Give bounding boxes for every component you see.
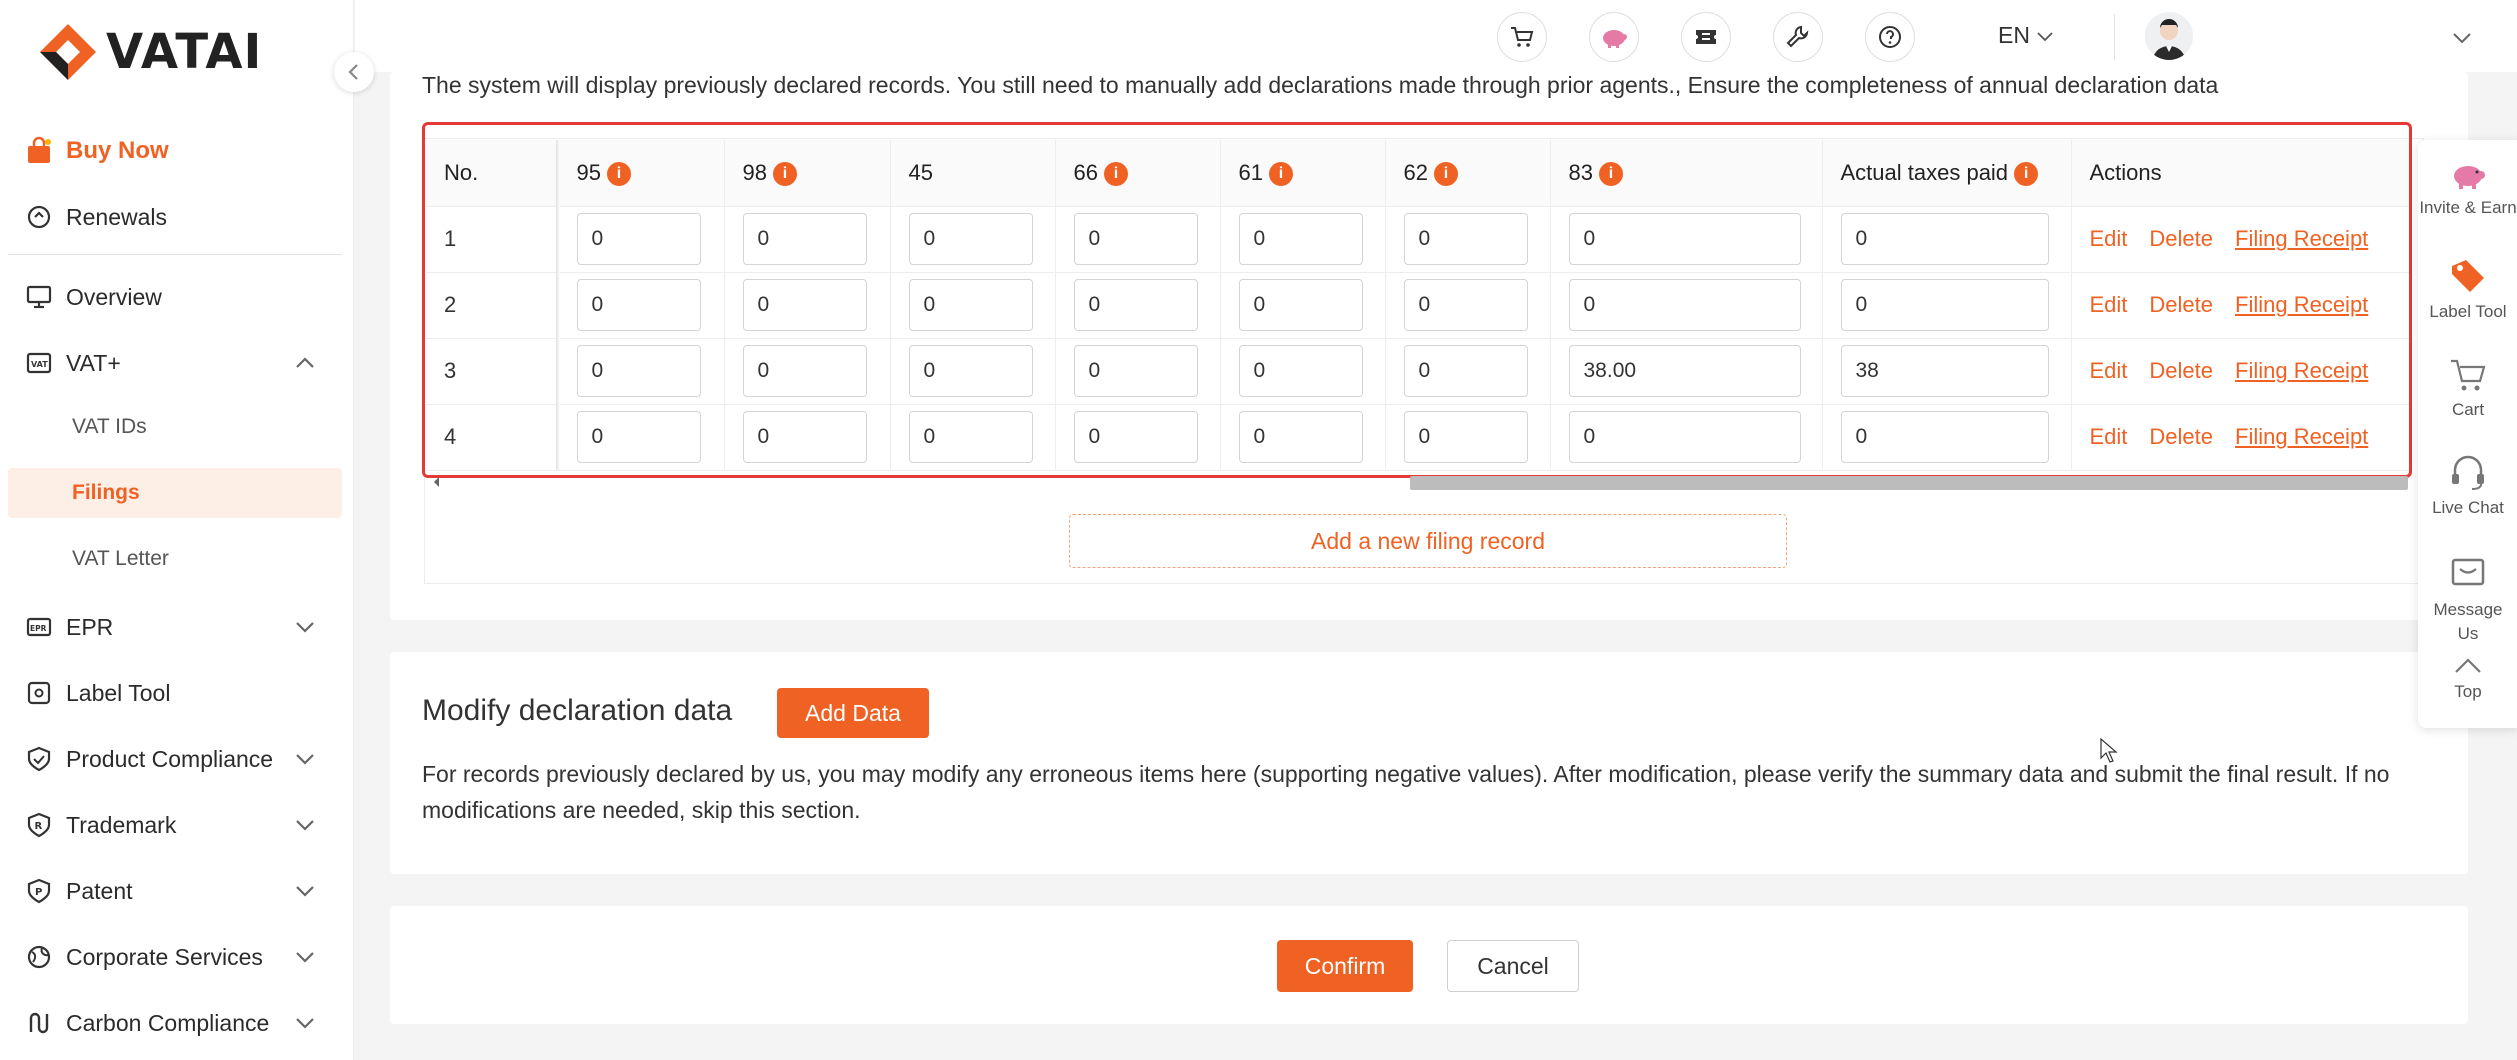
sidebar-item-label: Patent <box>66 877 133 904</box>
cart-icon[interactable] <box>1497 12 1547 62</box>
sidebar-item-label: Label Tool <box>66 679 171 706</box>
vat-icon: VAT <box>24 348 54 378</box>
sidebar-item-label-tool[interactable]: Label Tool <box>8 668 342 718</box>
sidebar-item-patent[interactable]: P Patent <box>8 866 342 916</box>
sidebar-item-vat-ids[interactable]: VAT IDs <box>8 402 342 452</box>
globe-icon <box>24 942 54 972</box>
shield-icon <box>24 744 54 774</box>
scrollbar-thumb[interactable] <box>1410 476 2408 490</box>
language-label: EN <box>1998 22 2030 48</box>
add-data-button[interactable]: Add Data <box>777 688 929 738</box>
headset-icon <box>2452 455 2484 490</box>
sidebar-item-label: VAT IDs <box>72 415 147 438</box>
highlight-box <box>422 122 2412 478</box>
cart-icon <box>2451 359 2486 391</box>
svg-text:P: P <box>35 887 42 898</box>
intro-notice: The system will display previously decla… <box>422 72 2219 98</box>
monitor-icon <box>24 282 54 312</box>
sidebar-item-renewals[interactable]: Renewals <box>8 192 342 242</box>
epr-icon: EPR <box>24 612 54 642</box>
sidebar-item-corporate-services[interactable]: Corporate Services <box>8 932 342 982</box>
sidebar-item-buy-now[interactable]: Buy Now <box>8 126 342 176</box>
chevron-down-icon[interactable] <box>292 1010 318 1036</box>
shopping-bag-icon <box>24 136 54 166</box>
cancel-button[interactable]: Cancel <box>1447 940 1579 992</box>
svg-text:EPR: EPR <box>30 624 47 633</box>
svg-text:R: R <box>35 821 43 832</box>
chevron-up-icon[interactable] <box>292 350 318 376</box>
sidebar-item-label: VAT Letter <box>72 547 169 570</box>
confirm-button[interactable]: Confirm <box>1277 940 1413 992</box>
logo[interactable]: VATAI <box>36 18 262 86</box>
chevron-down-icon[interactable] <box>292 878 318 904</box>
brand-name: VATAI <box>106 24 263 80</box>
patent-icon: P <box>24 876 54 906</box>
add-filing-record-button[interactable]: Add a new filing record <box>1069 514 1787 568</box>
ticket-icon[interactable] <box>1681 12 1731 62</box>
carbon-icon <box>24 1008 54 1038</box>
sidebar-item-label: Corporate Services <box>66 943 263 970</box>
renew-icon <box>24 202 54 232</box>
sidebar-item-label: EPR <box>66 613 114 640</box>
mouse-cursor-icon <box>2100 738 2118 763</box>
modify-description: For records previously declared by us, y… <box>422 761 2390 823</box>
modify-section-title: Modify declaration data <box>422 694 733 727</box>
scroll-left-arrow-icon[interactable] <box>432 474 442 490</box>
sidebar-divider <box>8 254 342 255</box>
pig-icon[interactable] <box>1589 12 1639 62</box>
sidebar-item-carbon-compliance[interactable]: Carbon Compliance <box>8 998 342 1048</box>
sidebar-item-label: Renewals <box>66 203 167 230</box>
tag-icon <box>2452 260 2484 292</box>
form-actions-card <box>390 906 2468 1024</box>
sidebar-item-label: Filings <box>72 481 140 504</box>
sidebar-item-label: Carbon Compliance <box>66 1009 270 1036</box>
sidebar-item-overview[interactable]: Overview <box>8 272 342 322</box>
svg-text:VAT: VAT <box>31 360 48 369</box>
message-icon <box>2451 558 2485 586</box>
avatar[interactable] <box>2145 12 2193 60</box>
chevron-down-icon[interactable] <box>292 746 318 772</box>
cart-button[interactable]: Cart <box>2418 356 2517 422</box>
chevron-down-icon[interactable] <box>292 944 318 970</box>
sidebar: VATAI Buy Now Renewals Overview VAT VAT+… <box>0 0 354 1060</box>
chevron-left-icon <box>348 64 358 80</box>
chevron-down-icon <box>2037 31 2053 41</box>
add-filing-record-label: Add a new filing record <box>1311 527 1545 554</box>
sidebar-item-epr[interactable]: EPR EPR <box>8 602 342 652</box>
top-header: EN <box>355 0 2517 72</box>
sidebar-item-label: Buy Now <box>66 137 169 164</box>
sidebar-item-filings[interactable]: Filings <box>8 468 342 518</box>
chevron-down-icon[interactable] <box>292 614 318 640</box>
sidebar-item-label: Overview <box>66 283 162 310</box>
sidebar-item-label: Trademark <box>66 811 177 838</box>
help-icon[interactable] <box>1865 12 1915 62</box>
language-selector[interactable]: EN <box>1998 22 2056 49</box>
sidebar-item-label: Product Compliance <box>66 745 274 772</box>
sidebar-item-product-compliance[interactable]: Product Compliance <box>8 734 342 784</box>
label-tool-button[interactable]: Label Tool <box>2418 256 2517 324</box>
sidebar-item-vat-plus[interactable]: VAT VAT+ <box>8 338 342 388</box>
header-divider <box>2114 14 2115 60</box>
vatai-logo-icon <box>40 24 96 80</box>
sidebar-item-label: VAT+ <box>66 349 121 376</box>
tools-icon[interactable] <box>1773 12 1823 62</box>
invite-earn-button[interactable]: Invite & Earn <box>2418 158 2517 220</box>
sidebar-item-vat-letter[interactable]: VAT Letter <box>8 534 342 584</box>
sidebar-item-trademark[interactable]: R Trademark <box>8 800 342 850</box>
trademark-icon: R <box>24 810 54 840</box>
arrow-up-icon <box>2455 658 2481 673</box>
collapse-sidebar-button[interactable] <box>334 52 374 92</box>
account-menu-chevron-icon[interactable] <box>2450 26 2474 50</box>
back-to-top-button[interactable]: Top <box>2418 656 2517 704</box>
message-us-button[interactable]: Message Us <box>2418 554 2517 646</box>
live-chat-button[interactable]: Live Chat <box>2418 452 2517 520</box>
chevron-down-icon[interactable] <box>292 812 318 838</box>
label-icon <box>24 678 54 708</box>
pig-icon <box>2454 166 2485 189</box>
